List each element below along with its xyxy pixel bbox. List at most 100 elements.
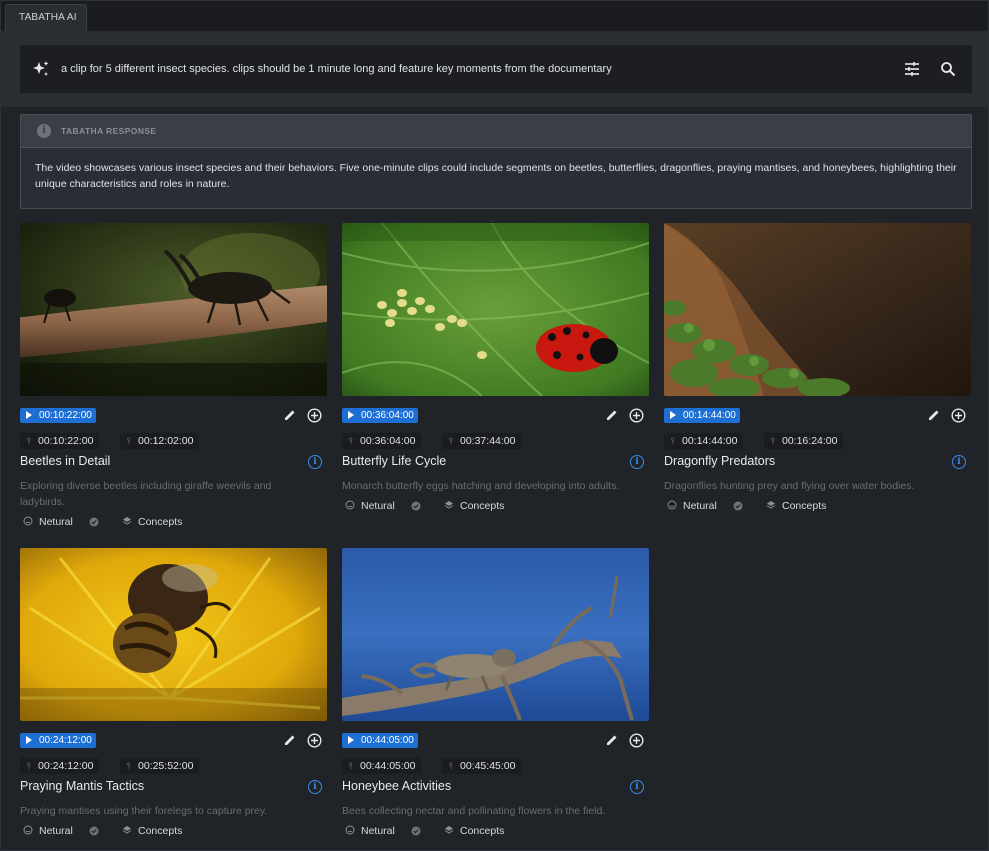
search-input[interactable]: a clip for 5 different insect species. c… bbox=[61, 45, 612, 93]
clip-description: Praying mantises using their forelegs to… bbox=[20, 805, 268, 817]
tone-label: Netural bbox=[361, 500, 395, 512]
in-point-icon: ⫯ bbox=[349, 436, 353, 446]
smiley-icon bbox=[23, 825, 33, 835]
clip-title: Butterfly Life Cycle bbox=[342, 454, 447, 468]
out-timecode: ⫯ 00:37:44:00 bbox=[442, 433, 522, 449]
smiley-icon bbox=[345, 825, 355, 835]
clip-title: Praying Mantis Tactics bbox=[20, 779, 145, 793]
clip-title: Honeybee Activities bbox=[342, 779, 452, 793]
in-timecode: ⫯ 00:14:44:00 bbox=[664, 433, 744, 449]
out-point-icon: ⫯ bbox=[449, 436, 453, 446]
in-time: 00:36:04:00 bbox=[360, 435, 416, 447]
in-timecode: ⫯ 00:36:04:00 bbox=[342, 433, 422, 449]
out-time: 00:25:52:00 bbox=[138, 760, 194, 772]
clip-thumbnail[interactable] bbox=[20, 223, 327, 396]
tab-tabatha-ai[interactable]: TABATHA AI bbox=[5, 4, 87, 31]
response-text: The video showcases various insect speci… bbox=[35, 162, 957, 190]
tune-filter-icon[interactable] bbox=[903, 60, 921, 78]
play-button[interactable]: 00:10:22:00 bbox=[20, 408, 96, 423]
in-timecode: ⫯ 00:10:22:00 bbox=[20, 433, 100, 449]
info-icon[interactable]: i bbox=[630, 455, 644, 469]
play-button[interactable]: 00:24:12:00 bbox=[20, 733, 96, 748]
pencil-icon[interactable] bbox=[605, 408, 619, 422]
info-icon: i bbox=[37, 124, 51, 138]
in-point-icon: ⫯ bbox=[27, 761, 31, 771]
play-icon bbox=[670, 411, 676, 419]
concepts-tag: Concepts bbox=[122, 515, 182, 529]
tone-label: Netural bbox=[39, 825, 73, 837]
app-window: TABATHA AI a clip for 5 different insect… bbox=[0, 0, 989, 851]
in-time: 00:10:22:00 bbox=[38, 435, 94, 447]
out-timecode: ⫯ 00:25:52:00 bbox=[120, 758, 200, 774]
out-timecode: ⫯ 00:45:45:00 bbox=[442, 758, 522, 774]
info-icon[interactable]: i bbox=[308, 455, 322, 469]
in-time: 00:44:05:00 bbox=[360, 760, 416, 772]
in-time: 00:24:12:00 bbox=[38, 760, 94, 772]
in-time: 00:14:44:00 bbox=[682, 435, 738, 447]
clip-description: Bees collecting nectar and pollinating f… bbox=[342, 805, 606, 817]
concepts-tag: Concepts bbox=[444, 499, 504, 513]
tabatha-response-panel: i TABATHA RESPONSE The video showcases v… bbox=[20, 114, 972, 209]
play-button[interactable]: 00:44:05:00 bbox=[342, 733, 418, 748]
clip-title: Beetles in Detail bbox=[20, 454, 111, 468]
clip-thumbnail[interactable] bbox=[20, 548, 327, 721]
play-button[interactable]: 00:36:04:00 bbox=[342, 408, 418, 423]
pencil-icon[interactable] bbox=[283, 733, 297, 747]
info-icon[interactable]: i bbox=[952, 455, 966, 469]
clip-description: Monarch butterfly eggs hatching and deve… bbox=[342, 480, 620, 492]
tab-bar: TABATHA AI bbox=[1, 1, 988, 31]
prompt-search-bar[interactable]: a clip for 5 different insect species. c… bbox=[20, 45, 972, 93]
start-time: 00:14:44:00 bbox=[683, 410, 736, 421]
tag-label: Concepts bbox=[460, 825, 505, 837]
clip-thumbnail[interactable] bbox=[664, 223, 971, 396]
concepts-tag: Concepts bbox=[122, 824, 182, 838]
search-icon[interactable] bbox=[939, 60, 957, 78]
clip-description: Exploring diverse beetles including gira… bbox=[20, 480, 272, 508]
in-point-icon: ⫯ bbox=[671, 436, 675, 446]
in-point-icon: ⫯ bbox=[27, 436, 31, 446]
play-button[interactable]: 00:14:44:00 bbox=[664, 408, 740, 423]
tone-tag: Netural bbox=[345, 824, 395, 838]
play-icon bbox=[348, 411, 354, 419]
add-circle-icon[interactable] bbox=[629, 408, 644, 423]
clip-thumbnail[interactable] bbox=[342, 548, 649, 721]
tone-label: Netural bbox=[361, 825, 395, 837]
add-circle-icon[interactable] bbox=[951, 408, 966, 423]
tone-label: Netural bbox=[683, 500, 717, 512]
out-timecode: ⫯ 00:16:24:00 bbox=[764, 433, 844, 449]
response-header: i TABATHA RESPONSE bbox=[21, 115, 971, 148]
in-timecode: ⫯ 00:24:12:00 bbox=[20, 758, 100, 774]
play-icon bbox=[26, 736, 32, 744]
response-title: TABATHA RESPONSE bbox=[61, 126, 157, 136]
check-badge-icon bbox=[89, 516, 105, 530]
out-timecode: ⫯ 00:12:02:00 bbox=[120, 433, 200, 449]
add-circle-icon[interactable] bbox=[629, 733, 644, 748]
concepts-tag: Concepts bbox=[444, 824, 504, 838]
tone-tag: Netural bbox=[345, 499, 395, 513]
in-point-icon: ⫯ bbox=[349, 761, 353, 771]
smiley-icon bbox=[345, 500, 355, 510]
tone-tag: Netural bbox=[23, 515, 73, 529]
info-icon[interactable]: i bbox=[630, 780, 644, 794]
out-time: 00:12:02:00 bbox=[138, 435, 194, 447]
add-circle-icon[interactable] bbox=[307, 733, 322, 748]
out-time: 00:37:44:00 bbox=[460, 435, 516, 447]
smiley-icon bbox=[667, 500, 677, 510]
clip-thumbnail[interactable] bbox=[342, 223, 649, 396]
start-time: 00:10:22:00 bbox=[39, 410, 92, 421]
search-area: a clip for 5 different insect species. c… bbox=[1, 31, 988, 107]
add-circle-icon[interactable] bbox=[307, 408, 322, 423]
pencil-icon[interactable] bbox=[927, 408, 941, 422]
clip-title: Dragonfly Predators bbox=[664, 454, 776, 468]
pencil-icon[interactable] bbox=[283, 408, 297, 422]
tone-tag: Netural bbox=[23, 824, 73, 838]
sparkle-icon bbox=[33, 61, 49, 76]
tag-label: Concepts bbox=[460, 500, 505, 512]
tag-label: Concepts bbox=[138, 516, 183, 528]
out-point-icon: ⫯ bbox=[449, 761, 453, 771]
pencil-icon[interactable] bbox=[605, 733, 619, 747]
play-icon bbox=[26, 411, 32, 419]
info-icon[interactable]: i bbox=[308, 780, 322, 794]
clip-description: Dragonflies hunting prey and flying over… bbox=[664, 480, 915, 492]
layers-icon bbox=[122, 826, 132, 834]
